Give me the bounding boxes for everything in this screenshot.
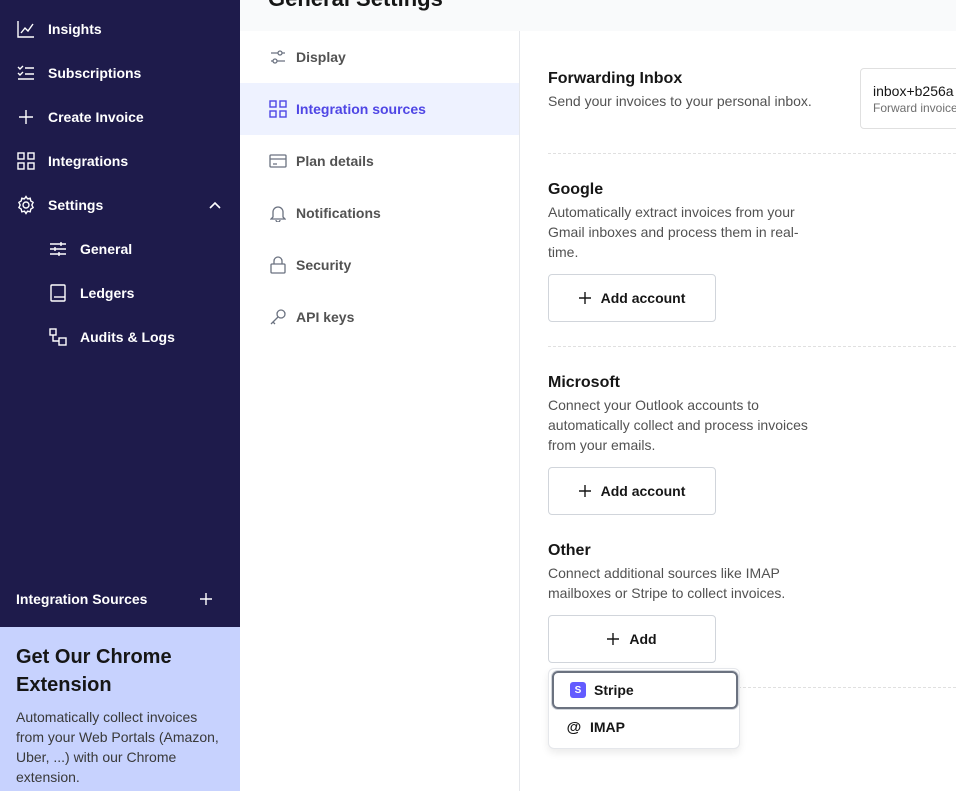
nav-item-settings[interactable]: Settings	[0, 187, 240, 223]
nav-item-audits-logs[interactable]: Audits & Logs	[0, 319, 240, 355]
option-label: Stripe	[594, 682, 634, 698]
grid-icon	[268, 99, 288, 119]
nav-item-label: Settings	[48, 197, 104, 213]
page-title: General Settings	[268, 0, 443, 12]
other-add-button[interactable]: Add	[548, 615, 716, 663]
plus-icon	[578, 485, 591, 497]
settings-tab-api-keys[interactable]: API keys	[240, 291, 519, 343]
key-icon	[268, 307, 288, 327]
nav-item-insights[interactable]: Insights	[0, 11, 240, 47]
section-divider	[548, 346, 956, 347]
sidebar: Insights Subscriptions Create Invoice In…	[0, 0, 240, 791]
nav-item-integrations[interactable]: Integrations	[0, 143, 240, 179]
grid-icon	[16, 151, 36, 171]
book-icon	[48, 283, 68, 303]
other-title: Other	[548, 542, 591, 559]
button-label: Add account	[600, 483, 686, 499]
forwarding-inbox-desc: Send your invoices to your personal inbo…	[548, 93, 812, 109]
add-integration-source-icon[interactable]	[197, 590, 215, 608]
option-label: IMAP	[590, 719, 625, 735]
promo-body: Automatically collect invoices from your…	[16, 709, 219, 785]
at-sign-icon: @	[566, 718, 582, 736]
nav-item-label: Audits & Logs	[80, 329, 175, 345]
nav-item-ledgers[interactable]: Ledgers	[0, 275, 240, 311]
microsoft-title: Microsoft	[548, 374, 620, 391]
nav-item-label: Ledgers	[80, 285, 135, 301]
integration-sources-header: Integration Sources	[0, 584, 240, 614]
forwarding-hint: Forward invoice	[873, 101, 956, 115]
settings-tab-label: Notifications	[296, 205, 381, 221]
settings-tab-integration-sources[interactable]: Integration sources	[240, 83, 519, 135]
chrome-extension-promo: Get Our Chrome Extension Automatically c…	[0, 627, 240, 791]
dropdown-option-stripe[interactable]: S Stripe	[552, 671, 738, 709]
plus-icon	[16, 107, 36, 127]
nav-item-label: Insights	[48, 21, 102, 37]
settings-tab-label: Plan details	[296, 153, 374, 169]
settings-tab-plan-details[interactable]: Plan details	[240, 135, 519, 187]
nav-item-label: Create Invoice	[48, 109, 144, 125]
plus-icon	[578, 292, 591, 304]
google-add-account-button[interactable]: Add account	[548, 274, 716, 322]
integration-sources-label: Integration Sources	[16, 591, 148, 607]
settings-tab-label: API keys	[296, 309, 355, 325]
promo-title: Get Our Chrome Extension	[16, 646, 172, 696]
credit-card-icon	[268, 151, 288, 171]
lock-icon	[268, 255, 288, 275]
google-desc: Automatically extract invoices from your…	[548, 204, 799, 260]
nav-item-label: Integrations	[48, 153, 129, 169]
plus-icon	[607, 633, 620, 645]
bell-icon	[268, 203, 288, 223]
forwarding-address-field[interactable]: inbox+b256a Forward invoice	[860, 68, 956, 129]
nav-item-create-invoice[interactable]: Create Invoice	[0, 99, 240, 135]
chart-line-icon	[16, 19, 36, 39]
gear-icon	[16, 195, 36, 215]
section-divider	[548, 153, 956, 154]
settings-tab-security[interactable]: Security	[240, 239, 519, 291]
google-title: Google	[548, 181, 604, 198]
dropdown-option-imap[interactable]: @ IMAP	[552, 708, 738, 746]
microsoft-desc: Connect your Outlook accounts to automat…	[548, 397, 808, 453]
flow-icon	[48, 327, 68, 347]
other-desc: Connect additional sources like IMAP mai…	[548, 565, 786, 601]
stripe-icon: S	[570, 682, 586, 698]
chevron-up-icon[interactable]	[206, 196, 224, 214]
forwarding-inbox-title: Forwarding Inbox	[548, 70, 683, 87]
settings-tab-display[interactable]: Display	[240, 31, 519, 83]
button-label: Add	[629, 631, 657, 647]
add-source-dropdown: S Stripe @ IMAP	[548, 668, 740, 749]
nav-item-label: General	[80, 241, 133, 257]
nav-item-subscriptions[interactable]: Subscriptions	[0, 55, 240, 91]
checklist-icon	[16, 63, 36, 83]
sliders-icon	[48, 239, 68, 259]
nav-item-label: Subscriptions	[48, 65, 142, 81]
settings-tab-label: Integration sources	[296, 101, 426, 117]
forwarding-address: inbox+b256a	[873, 83, 954, 99]
settings-menu: Display Integration sources Plan details…	[240, 31, 520, 791]
settings-tab-label: Security	[296, 257, 352, 273]
microsoft-add-account-button[interactable]: Add account	[548, 467, 716, 515]
sliders-icon	[268, 47, 288, 67]
button-label: Add account	[600, 290, 686, 306]
settings-tab-label: Display	[296, 49, 346, 65]
nav-item-general[interactable]: General	[0, 231, 240, 267]
settings-tab-notifications[interactable]: Notifications	[240, 187, 519, 239]
